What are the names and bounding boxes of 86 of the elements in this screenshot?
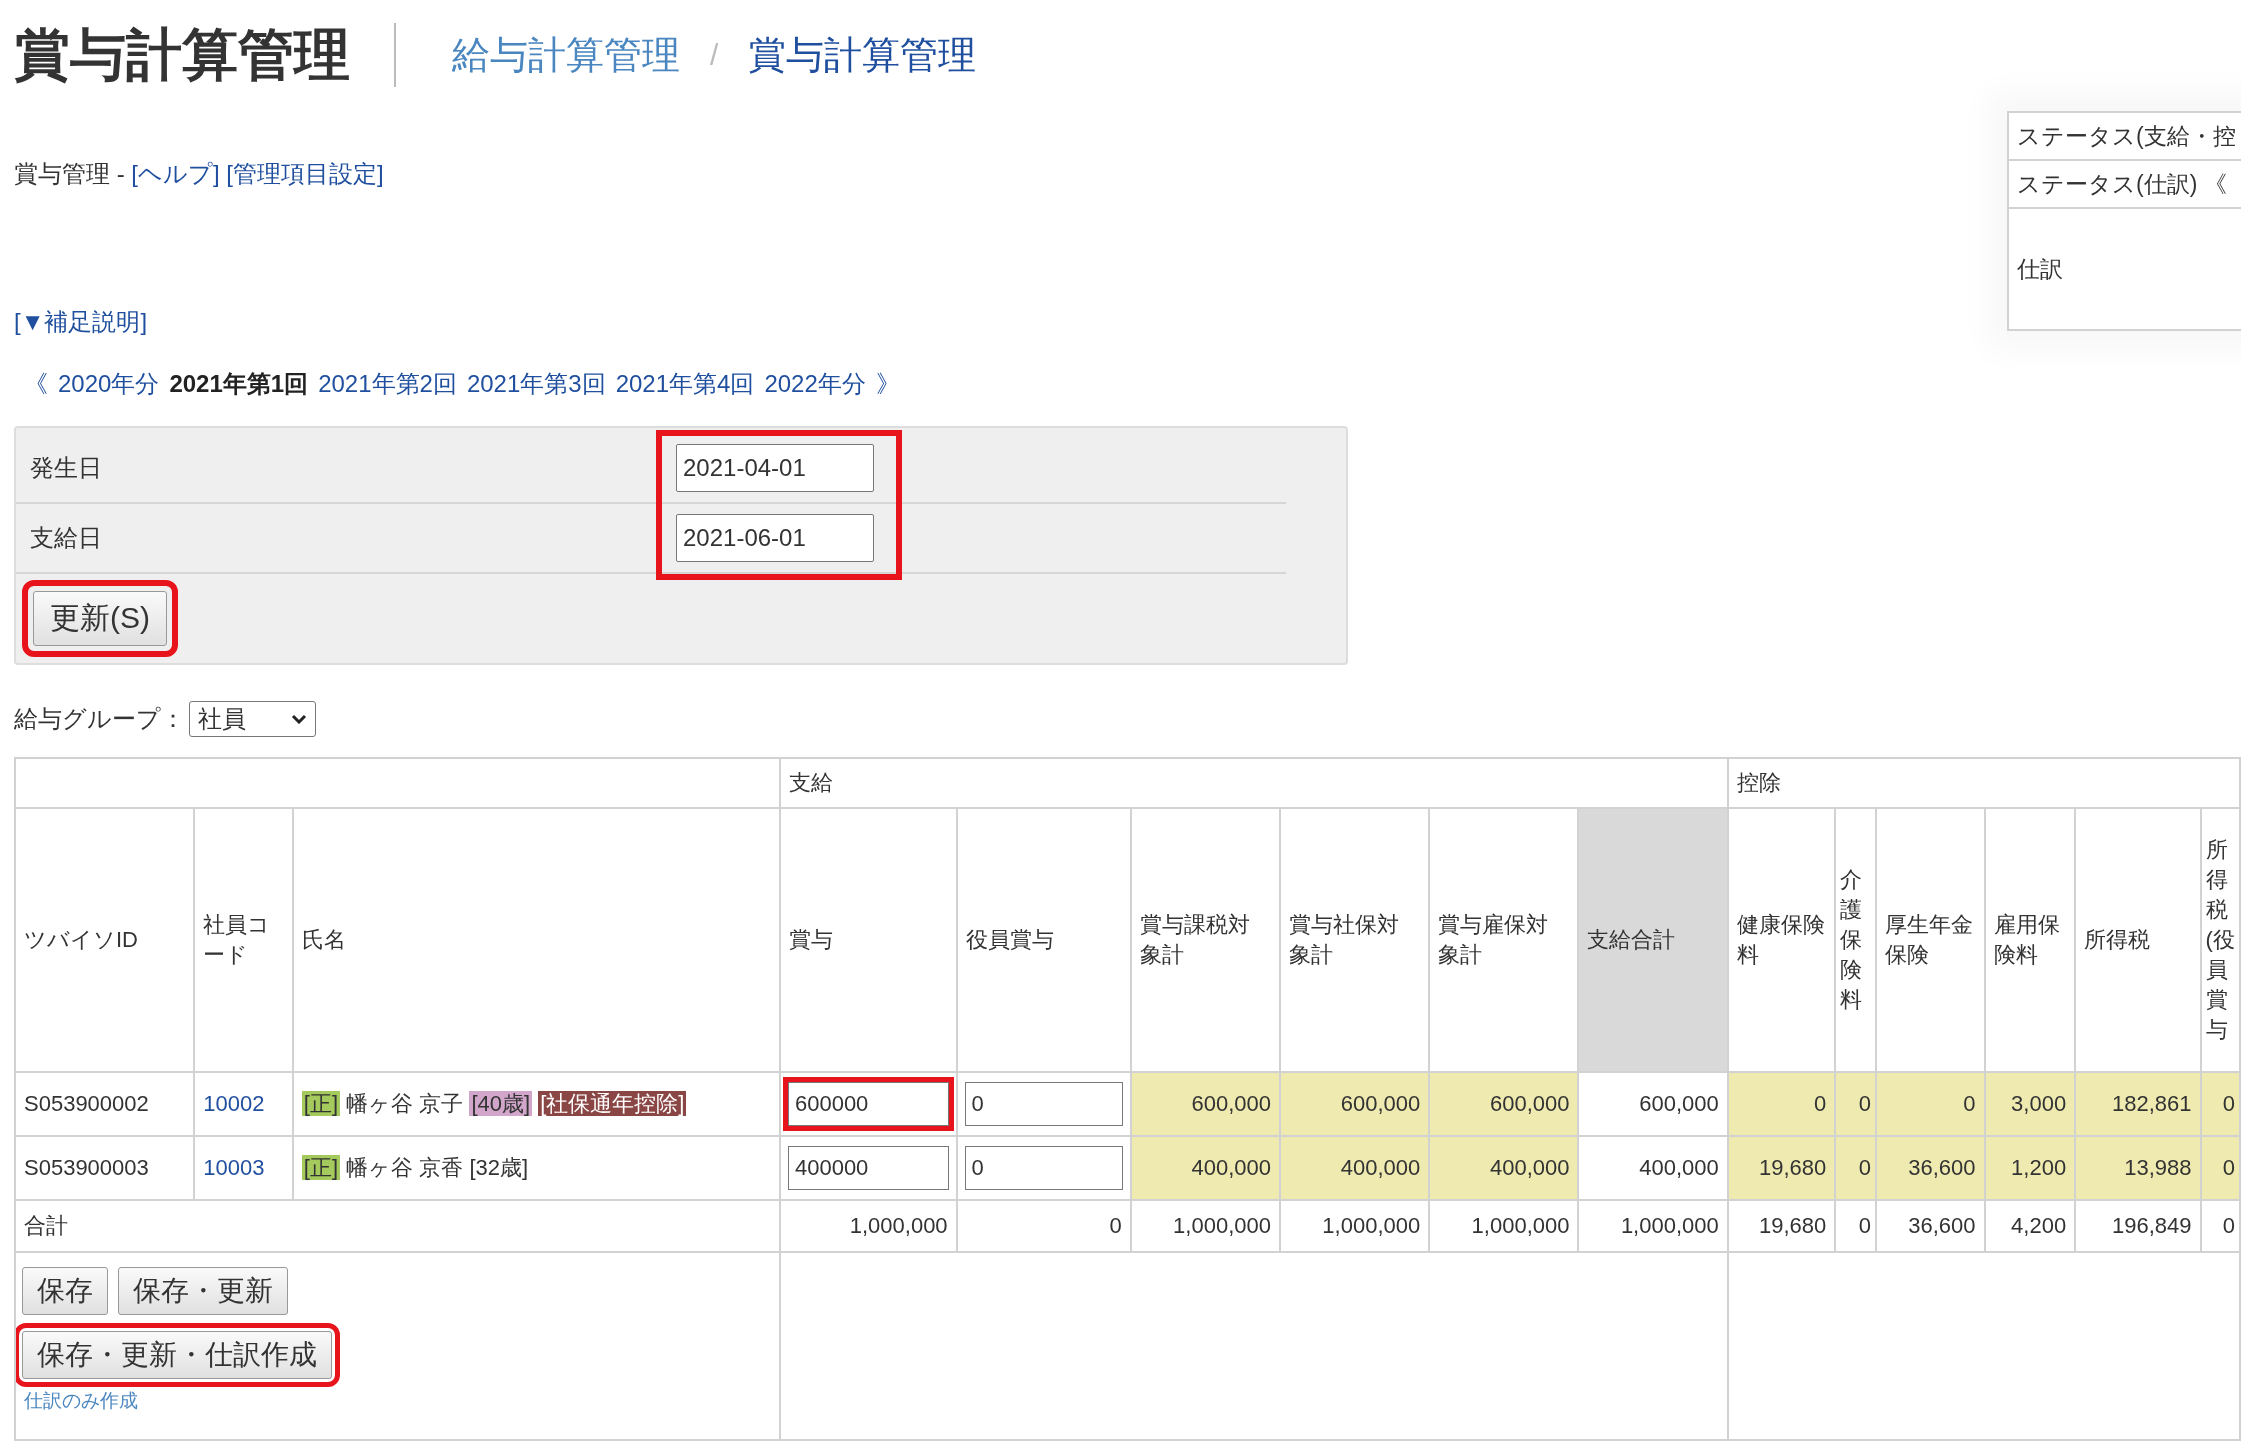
status-label: ステータス(支給・控 bbox=[2017, 121, 2236, 151]
period-link[interactable]: 2022年分 bbox=[764, 368, 866, 400]
period-current: 2021年第1回 bbox=[169, 369, 309, 399]
table-cell: 0 bbox=[1835, 1072, 1877, 1136]
table-cell: 13,988 bbox=[2075, 1136, 2201, 1200]
breadcrumb-link[interactable]: 給与計算管理 bbox=[452, 29, 680, 81]
table-cell: 600,000 bbox=[1130, 1072, 1280, 1136]
employee-name: 幡ヶ谷 京香 bbox=[346, 1155, 464, 1180]
table-cell: 600,000 bbox=[1279, 1072, 1430, 1136]
date-field[interactable]: 2021-06-01 bbox=[676, 514, 874, 562]
prev-link[interactable]: 《 bbox=[24, 368, 48, 400]
table-cell: 0 bbox=[2200, 1072, 2240, 1136]
table-cell: 19,680 bbox=[1727, 1200, 1836, 1252]
column-header: ツバイソID bbox=[24, 927, 138, 952]
table-cell: 1,000,000 bbox=[1279, 1200, 1430, 1252]
tag-label: [40歳] bbox=[469, 1091, 533, 1116]
table-cell: 600,000 bbox=[1429, 1072, 1579, 1136]
save-button[interactable]: 保存 bbox=[22, 1267, 108, 1315]
period-link[interactable]: 2021年第4回 bbox=[615, 368, 755, 400]
intro-link[interactable]: [ヘルプ] bbox=[131, 160, 220, 187]
journal-link[interactable]: 仕訳のみ作成 bbox=[24, 1388, 138, 1414]
table-cell: 0 bbox=[1835, 1136, 1877, 1200]
save-button[interactable]: 保存・更新 bbox=[118, 1267, 288, 1315]
group-label: 給与グループ： bbox=[14, 704, 185, 734]
tag-label: [正] bbox=[301, 1091, 340, 1116]
period-link[interactable]: 2021年第2回 bbox=[318, 368, 457, 400]
table-cell: 合計 bbox=[15, 1200, 780, 1252]
breadcrumb-link[interactable]: 賞与計算管理 bbox=[748, 29, 977, 81]
table-cell: 600,000 bbox=[1578, 1072, 1728, 1136]
amount-input[interactable]: 0 bbox=[964, 1082, 1123, 1126]
table-cell: 1,200 bbox=[1984, 1136, 2076, 1200]
column-header: 役員賞与 bbox=[956, 808, 1131, 1072]
group-select[interactable]: 社員 bbox=[189, 701, 316, 737]
page-title: 賞与計算管理 bbox=[14, 23, 396, 87]
table-cell: 1,000,000 bbox=[1130, 1200, 1280, 1252]
table-cell: S053900003 bbox=[15, 1136, 195, 1200]
table-cell: 0 bbox=[1876, 1072, 1985, 1136]
table-cell: S053900002 bbox=[15, 1072, 195, 1136]
period-link[interactable]: 2020年分 bbox=[58, 368, 160, 400]
field-label: 支給日 bbox=[30, 523, 103, 553]
table-cell: 4,200 bbox=[1984, 1200, 2076, 1252]
supplement-link[interactable]: [▼補足説明] bbox=[14, 306, 148, 338]
date-field[interactable]: 2021-04-01 bbox=[676, 444, 874, 492]
intro-link[interactable]: [管理項目設定] bbox=[226, 160, 384, 187]
table-cell: 0 bbox=[956, 1200, 1131, 1252]
save-button[interactable]: 保存・更新・仕訳作成 bbox=[22, 1331, 332, 1379]
table-cell: 0 bbox=[2200, 1200, 2240, 1252]
table-cell: 400,000 bbox=[1578, 1136, 1728, 1200]
caret-icon bbox=[291, 714, 307, 724]
status-label: 仕訳 bbox=[2017, 254, 2063, 284]
table-cell: 400,000 bbox=[1130, 1136, 1280, 1200]
table-cell: 19,680 bbox=[1727, 1136, 1836, 1200]
table-cell: 400,000 bbox=[1429, 1136, 1579, 1200]
amount-input[interactable]: 600000 bbox=[787, 1082, 949, 1126]
column-header: 氏名 bbox=[301, 927, 346, 952]
group-header: 支給 bbox=[788, 770, 833, 795]
tag-label: [社保通年控除] bbox=[538, 1091, 687, 1116]
status-label: ステータス(仕訳) 《 bbox=[2017, 169, 2227, 199]
table-cell: 1,000,000 bbox=[1578, 1200, 1728, 1252]
table-cell: 0 bbox=[1727, 1072, 1836, 1136]
table-cell: 0 bbox=[1835, 1200, 1877, 1252]
table-cell: 1,000,000 bbox=[779, 1200, 957, 1252]
table-cell: 400,000 bbox=[1279, 1136, 1430, 1200]
table-cell: 0 bbox=[2200, 1136, 2240, 1200]
table-cell: 36,600 bbox=[1876, 1200, 1985, 1252]
table-cell: 196,849 bbox=[2075, 1200, 2201, 1252]
breadcrumb-separator: / bbox=[710, 38, 719, 72]
employee-name: [32歳] bbox=[469, 1155, 529, 1180]
amount-input[interactable]: 400000 bbox=[787, 1146, 949, 1190]
column-header-shaded: 支給合計 bbox=[1578, 808, 1728, 1072]
group-header: 控除 bbox=[1736, 770, 1781, 795]
column-header: 社員コード bbox=[203, 912, 271, 967]
next-link[interactable]: 》 bbox=[875, 368, 900, 400]
table-cell: 36,600 bbox=[1876, 1136, 1985, 1200]
update-button[interactable]: 更新(S) bbox=[33, 591, 167, 646]
field-label: 発生日 bbox=[30, 453, 103, 483]
table-cell: 3,000 bbox=[1984, 1072, 2076, 1136]
period-link[interactable]: 2021年第3回 bbox=[466, 368, 606, 400]
amount-input[interactable]: 0 bbox=[964, 1146, 1123, 1190]
employee-name: 幡ヶ谷 京子 bbox=[346, 1091, 464, 1116]
tag-label: [正] bbox=[301, 1155, 340, 1180]
column-header: 賞与 bbox=[779, 808, 957, 1072]
table-cell: 1,000,000 bbox=[1429, 1200, 1579, 1252]
column-header: 所得税(役員賞与 bbox=[2200, 808, 2240, 1072]
column-header: 介護保険料 bbox=[1835, 808, 1877, 1072]
table-cell: 182,861 bbox=[2075, 1072, 2201, 1136]
